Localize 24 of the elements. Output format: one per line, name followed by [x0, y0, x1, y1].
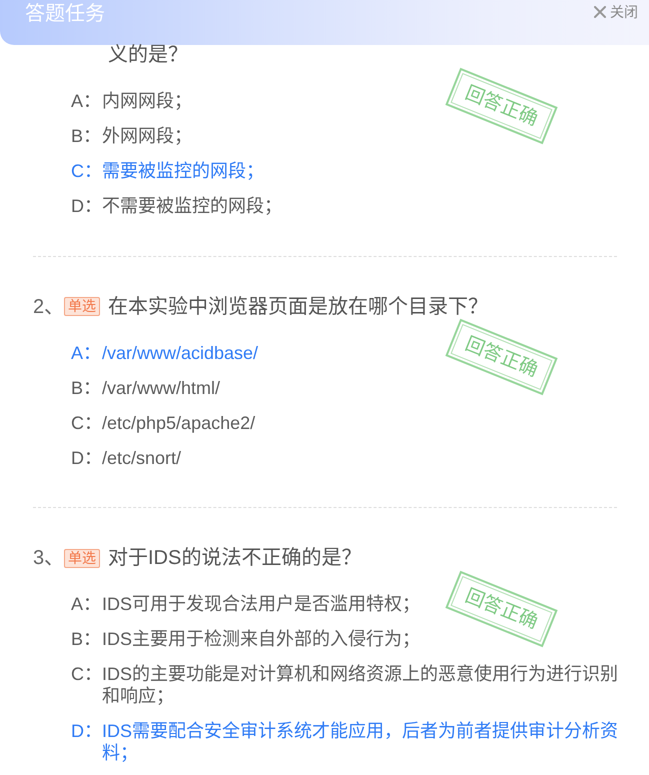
answer-option[interactable]: B：IDS主要用于检测来自外部的入侵行为；: [71, 622, 420, 656]
correct-answer-stamp: 回答正确: [445, 570, 558, 647]
answer-option[interactable]: B：/var/www/html/: [71, 370, 220, 405]
answer-option[interactable]: C：需要被监控的网段；: [71, 154, 264, 188]
correct-answer-stamp: 回答正确: [445, 318, 558, 396]
question-number: 3、: [33, 548, 64, 568]
answer-option[interactable]: D：不需要被监控的网段；: [71, 188, 282, 224]
answer-option[interactable]: C：/etc/php5/apache2/: [71, 405, 256, 440]
answer-option[interactable]: D：IDS需要配合安全审计系统才能应用，后者为前者提供审计分析资料；: [71, 714, 627, 770]
answer-option[interactable]: B：外网网段；: [71, 118, 192, 154]
correct-answer-stamp: 回答正确: [445, 67, 558, 144]
answer-option[interactable]: D：/etc/snort/: [71, 440, 182, 475]
answer-option[interactable]: A：/var/www/acidbase/: [71, 335, 258, 370]
question-type-tag: 单选: [64, 297, 100, 316]
answer-option[interactable]: C：IDS的主要功能是对计算机和网络资源上的恶意使用行为进行识别和响应；: [71, 656, 627, 714]
answer-option[interactable]: A：内网网段；: [71, 84, 192, 118]
question-text: 在本实验中浏览器页面是放在哪个目录下？: [108, 296, 488, 316]
question-number: 2、: [33, 296, 64, 316]
question-text: 义的是？: [108, 45, 188, 65]
question-text: 对于IDS的说法不正确的是？: [108, 548, 362, 568]
dialog-title: 答题任务: [25, 2, 105, 26]
question-type-tag: 单选: [64, 548, 100, 568]
answer-option[interactable]: A：IDS可用于发现合法用户是否滥用特权；: [71, 586, 420, 622]
close-icon: [594, 6, 606, 18]
